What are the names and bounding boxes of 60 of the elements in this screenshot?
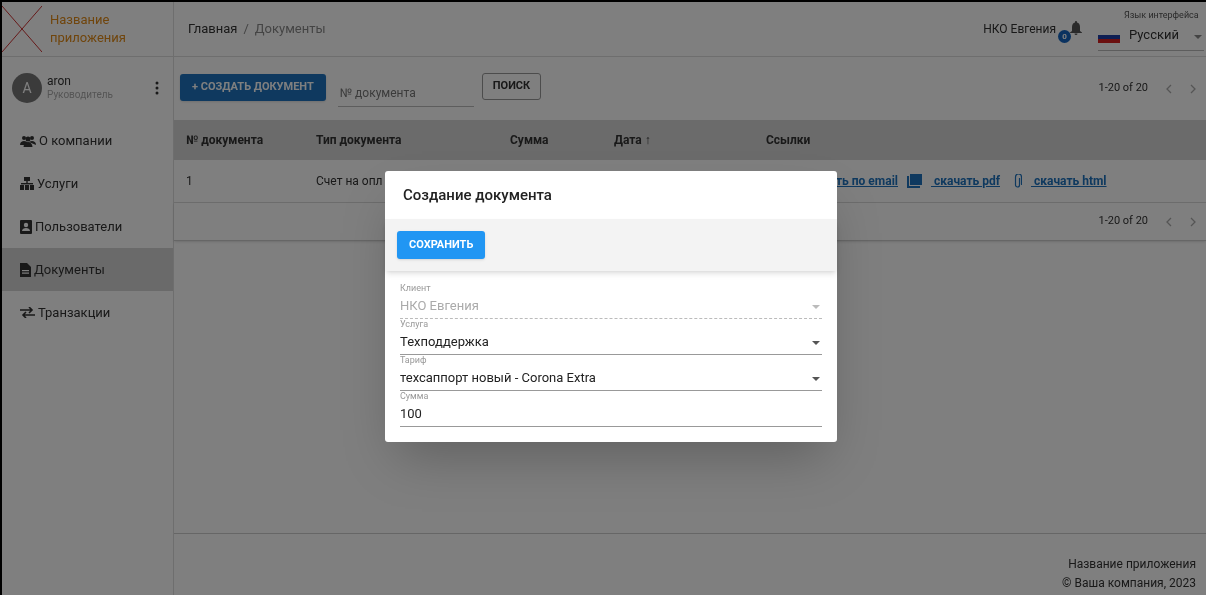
column-header[interactable]: Дата ↑ (614, 131, 766, 149)
pagination-range: 1-20 of 20 (1098, 80, 1148, 97)
dropdown-caret-icon (812, 341, 820, 345)
document-icon (20, 262, 31, 277)
input-field[interactable]: Сумма 100 (400, 391, 822, 427)
column-header: Сумма (510, 132, 550, 149)
sidebar-item[interactable]: Документы (2, 248, 173, 291)
footer-app-name: Название приложения (1068, 556, 1196, 573)
chevron-left-icon[interactable] (1166, 216, 1172, 227)
chevron-left-icon[interactable] (1166, 83, 1172, 94)
app-name: Название приложения (50, 11, 127, 47)
contact-card-icon (20, 219, 32, 234)
column-header: Ссылки (766, 132, 812, 149)
dropdown-caret-icon (1194, 35, 1202, 39)
sitemap-icon (20, 177, 34, 190)
language-select[interactable]: Язык интерфейса Русский (1098, 7, 1204, 51)
copyright-text: © Ваша компания, 2023 (1062, 575, 1196, 592)
account-name[interactable]: НКО Евгения (983, 20, 1056, 38)
pagination-range: 1-20 of 20 (1098, 213, 1148, 230)
breadcrumb-separator: / (243, 20, 249, 39)
dropdown-caret-icon (812, 377, 820, 381)
column-header: Тип документа (316, 132, 403, 149)
field-label: Язык интерфейса (1124, 9, 1199, 22)
field-value: 100 (400, 404, 423, 423)
more-menu-icon[interactable] (155, 81, 159, 95)
field-value: Техподдержка (400, 332, 490, 351)
download-link[interactable]: ть по email (836, 172, 898, 190)
users-icon (20, 134, 36, 147)
paperclip-icon[interactable] (1013, 173, 1022, 189)
notification-count: 0 (1058, 30, 1071, 43)
select-field[interactable]: Тариф техсаппорт новый - Corona Extra (400, 355, 822, 391)
save-button[interactable]: СОХРАНИТЬ (397, 231, 486, 259)
field-label: Сумма (400, 391, 429, 401)
arrows-icon (20, 307, 35, 318)
table-cell-text: Счет на опл (316, 173, 384, 190)
logo-placeholder-icon (2, 6, 42, 52)
breadcrumb-link[interactable]: Главная (188, 19, 238, 39)
dialog-title: Создание документа (402, 184, 553, 206)
chevron-right-icon[interactable] (1190, 216, 1196, 227)
document-number-field[interactable]: № документа (337, 80, 474, 107)
field-label: Услуга (400, 319, 429, 329)
pdf-file-icon[interactable] (907, 174, 922, 188)
select-field[interactable]: Услуга Техподдержка (400, 319, 822, 355)
search-button[interactable]: ПОИСК (481, 73, 542, 100)
field-value: техсаппорт новый - Corona Extra (400, 368, 597, 387)
download-link[interactable]: скачать pdf (931, 172, 1000, 190)
chevron-right-icon[interactable] (1190, 83, 1196, 94)
table-cell-text: 1 (186, 173, 194, 190)
create-document-button[interactable]: + СОЗДАТЬ ДОКУМЕНТ (180, 74, 326, 101)
column-header: № документа (186, 132, 265, 149)
user-avatar: A (12, 73, 42, 103)
breadcrumb-current: Документы (254, 20, 326, 39)
user-name: aron (47, 74, 72, 88)
field-label: Тариф (400, 355, 427, 365)
field-value: НКО Евгения (400, 296, 480, 315)
language-value: Русский (1129, 25, 1180, 44)
dropdown-caret-icon (812, 305, 820, 309)
field-label: Клиент (400, 283, 431, 293)
bell-icon[interactable] (1070, 21, 1082, 35)
download-link[interactable]: скачать html (1031, 172, 1107, 190)
